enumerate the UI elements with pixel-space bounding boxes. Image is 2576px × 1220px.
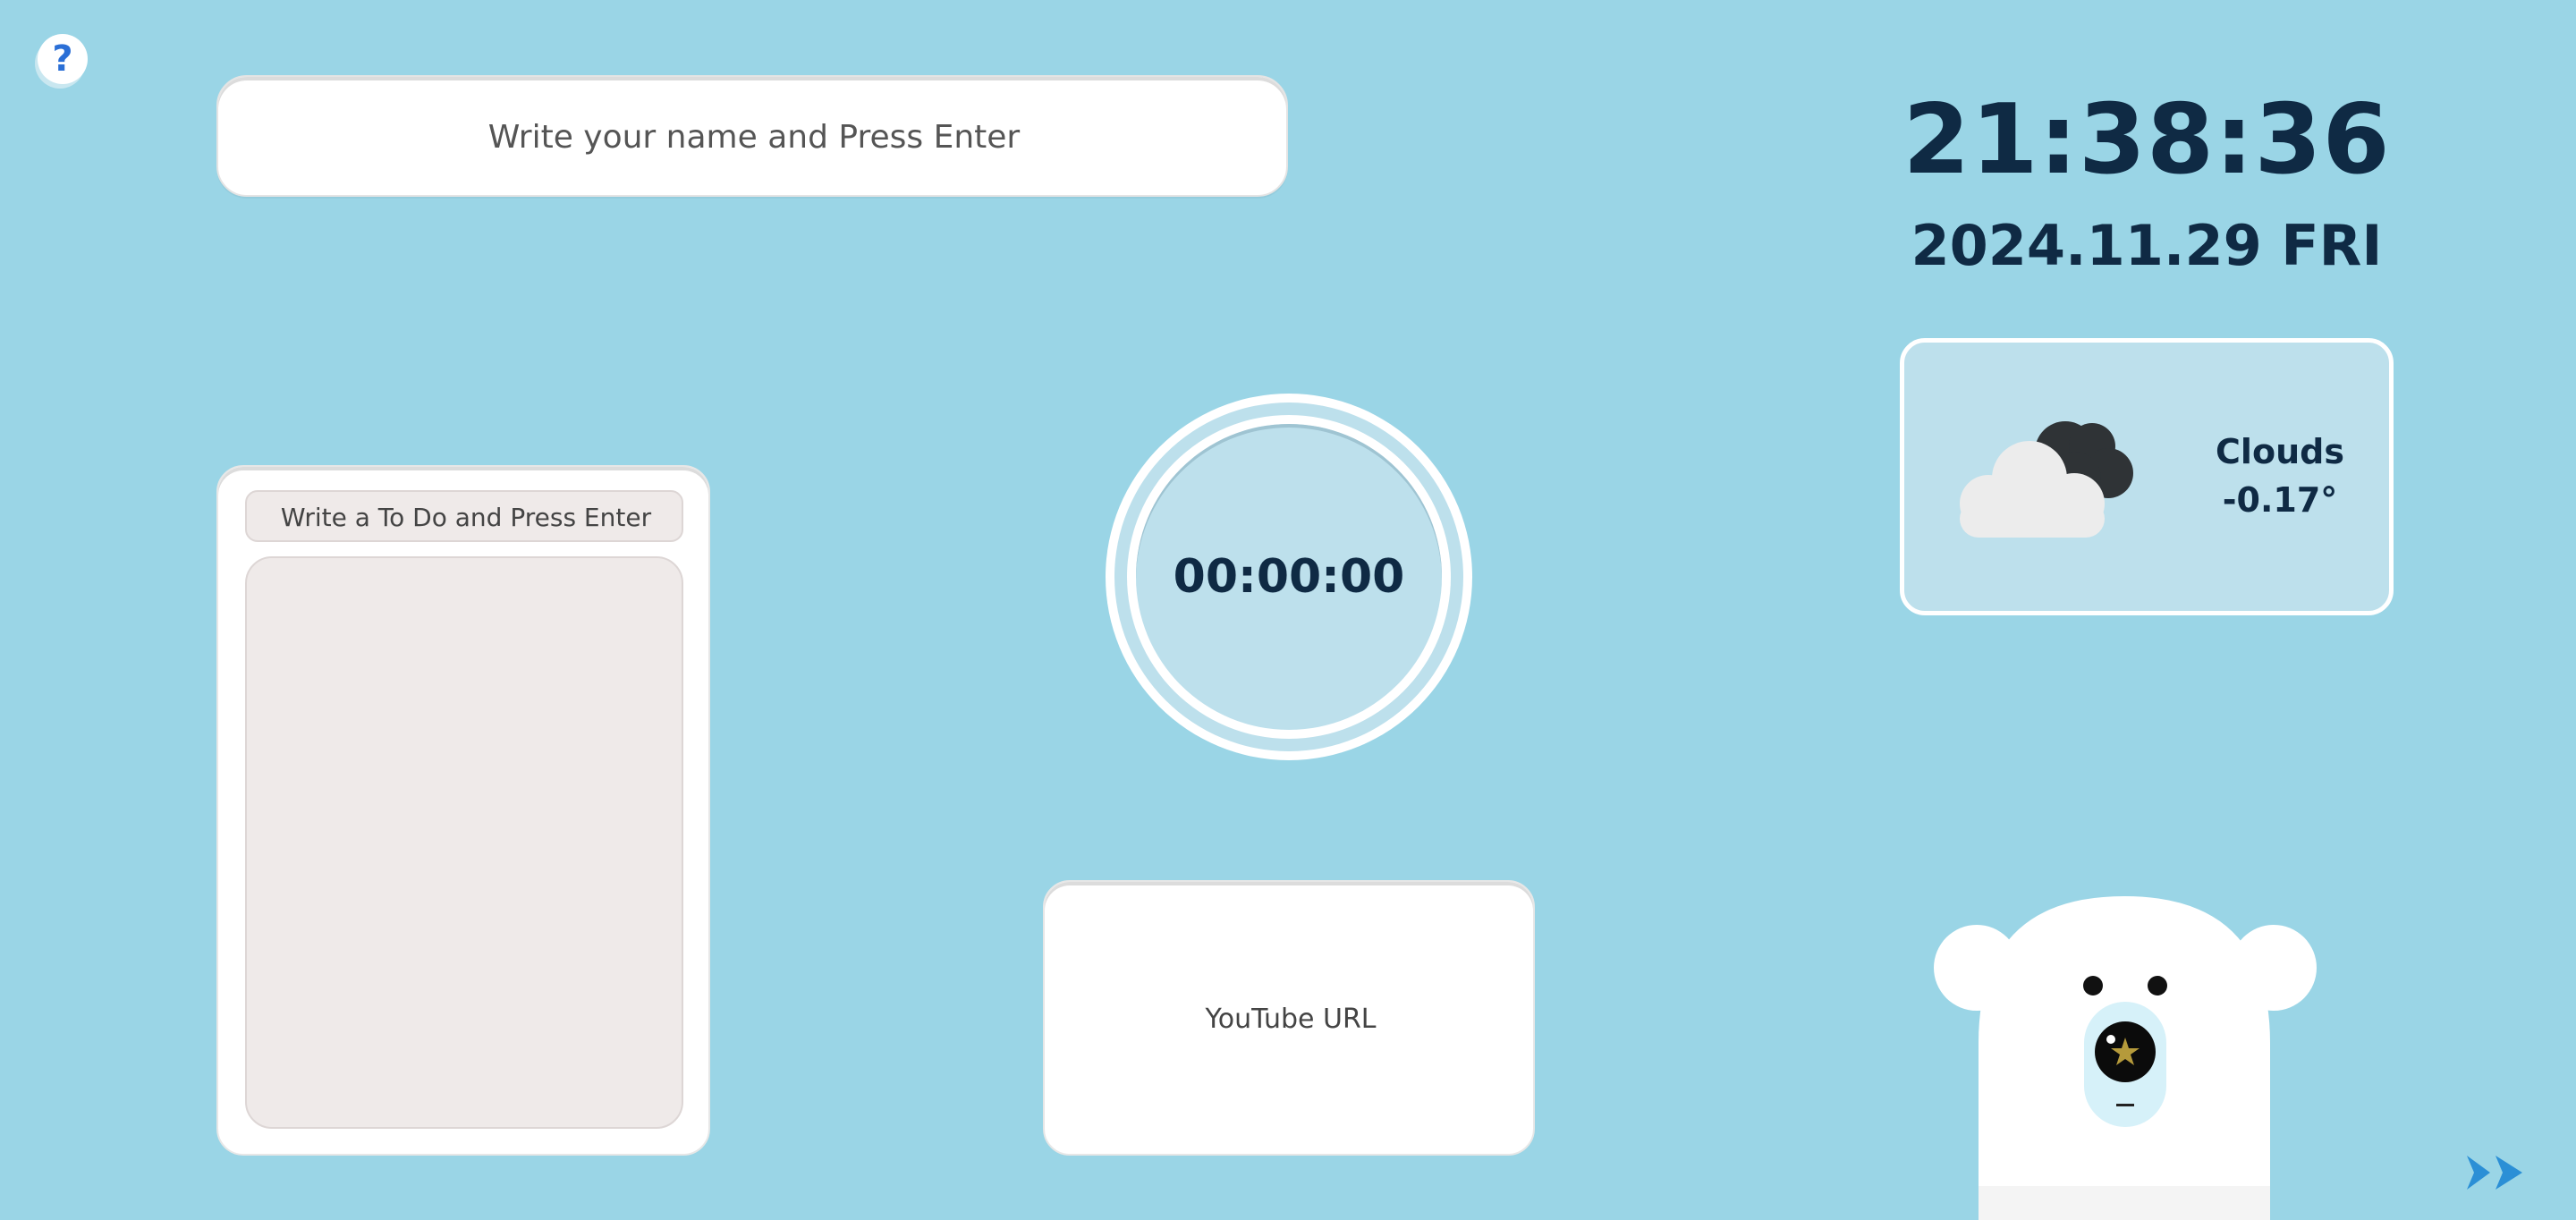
todo-input-container	[245, 490, 685, 542]
clock-time: 21:38:36	[1902, 84, 2391, 196]
todo-input[interactable]	[247, 492, 685, 542]
cloud-icon	[1960, 421, 2133, 538]
double-chevron-right-icon[interactable]	[2463, 1150, 2528, 1195]
stopwatch-display: 00:00:00	[1173, 550, 1405, 604]
youtube-url-input[interactable]	[1045, 882, 1537, 1156]
youtube-widget	[1043, 880, 1537, 1156]
polar-bear-icon	[1934, 896, 2317, 1220]
name-input[interactable]	[218, 77, 1290, 197]
help-icon[interactable]: ?	[38, 34, 88, 84]
weather-temperature: -0.17°	[2222, 480, 2338, 520]
stopwatch-button[interactable]: 00:00:00	[1136, 424, 1442, 730]
clock-date: 2024.11.29 FRI	[1911, 213, 2383, 278]
weather-widget: Clouds -0.17°	[1900, 338, 2394, 615]
name-input-container	[216, 75, 1290, 197]
weather-condition: Clouds	[2216, 432, 2344, 471]
todo-widget	[216, 465, 710, 1156]
todo-list[interactable]	[245, 556, 683, 1129]
stopwatch: 00:00:00	[1106, 394, 1472, 760]
